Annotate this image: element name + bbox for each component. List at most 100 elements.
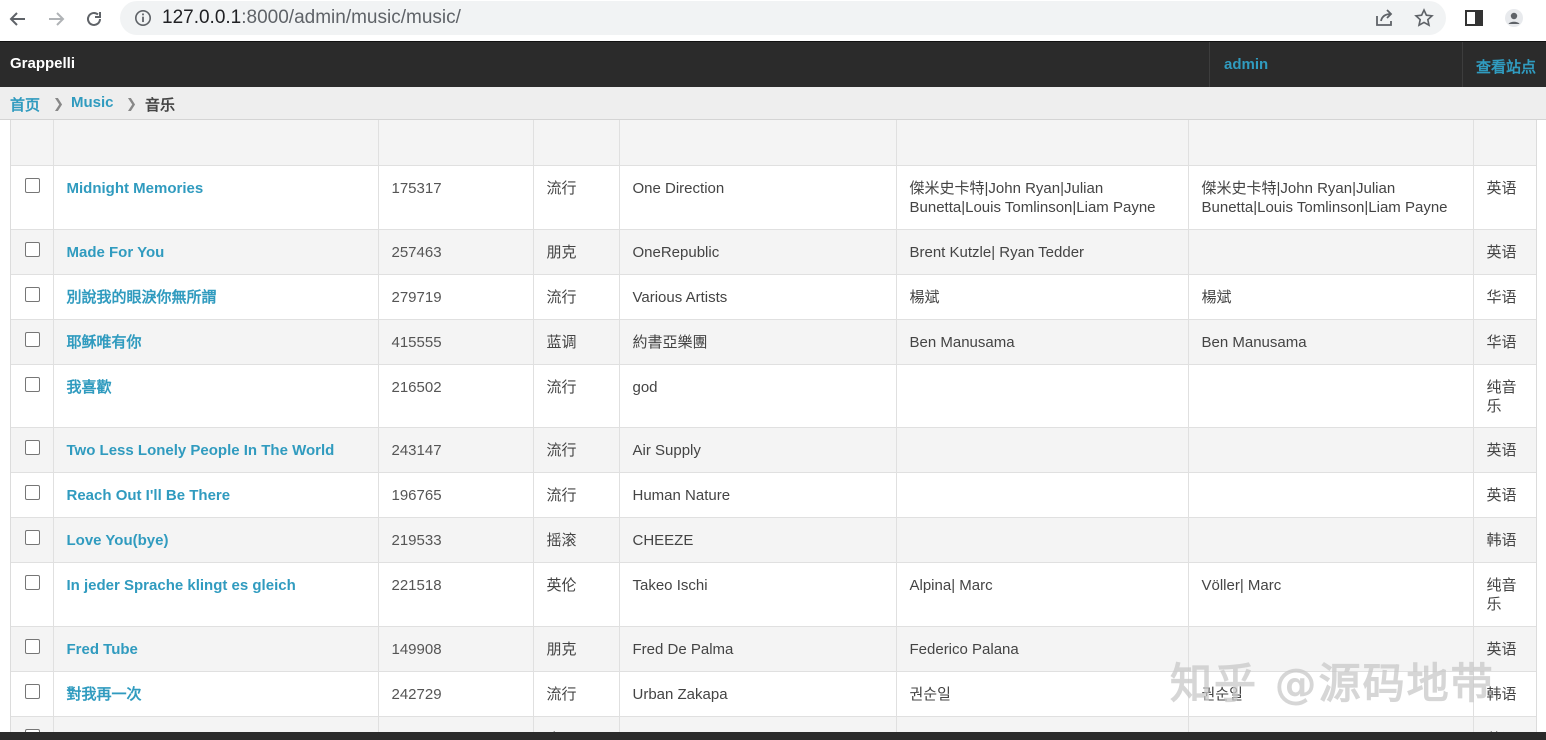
lyricist-cell: 傑米史卡特|John Ryan|Julian Bunetta|Louis Tom… <box>1188 165 1474 230</box>
music-title-link[interactable]: 對我再一次 <box>67 686 142 703</box>
breadcrumb-home[interactable]: 首页 <box>10 97 40 114</box>
title-cell: Set the Night on Fire (feat. Gerald G!) <box>53 716 379 732</box>
genre-cell: 流行 <box>533 427 620 473</box>
bookmark-button[interactable] <box>1412 6 1436 30</box>
row-select-cell <box>11 274 54 320</box>
title-cell: Beautiful Life <box>53 120 379 166</box>
music-title-link[interactable]: Made For You <box>67 244 165 261</box>
table-row: Love You(bye) 219533 摇滚 CHEEZE 韩语 <box>11 517 1536 563</box>
genre-cell: 朋克 <box>533 229 620 275</box>
number-cell: 242729 <box>378 671 534 717</box>
number-cell: 270419 <box>378 120 534 166</box>
row-select-cell <box>11 517 54 563</box>
share-button[interactable] <box>1372 6 1396 30</box>
row-checkbox[interactable] <box>25 331 40 347</box>
lyricist-cell: 楊斌 <box>1188 274 1474 320</box>
table-row: Set the Night on Fire (feat. Gerald G!)3… <box>11 716 1536 732</box>
row-checkbox[interactable] <box>25 439 40 455</box>
genre-cell: 流行 <box>533 364 620 428</box>
artist-cell: Various Artists <box>619 274 897 320</box>
lyricist-cell <box>1188 120 1474 166</box>
lyricist-cell <box>1188 364 1474 428</box>
row-checkbox[interactable] <box>25 638 40 654</box>
breadcrumb-app[interactable]: Music <box>71 94 114 111</box>
chevron-right-icon: ❯ <box>53 96 64 111</box>
user-name[interactable]: admin <box>1224 56 1268 73</box>
row-checkbox[interactable] <box>25 241 40 257</box>
forward-button[interactable] <box>42 5 70 33</box>
composer-cell <box>896 120 1189 166</box>
composer-cell <box>896 517 1189 563</box>
url-host: 127.0.0.1 <box>162 7 242 28</box>
result-list: Beautiful Life270419流行S.E.S.韩语Midnight M… <box>10 120 1537 732</box>
profile-button[interactable] <box>1502 6 1526 30</box>
back-arrow-icon <box>9 12 25 26</box>
number-cell: 257463 <box>378 229 534 275</box>
row-checkbox[interactable] <box>25 683 40 699</box>
artist-cell: Air Supply <box>619 427 897 473</box>
title-cell: Made For You <box>53 229 379 275</box>
table-row: 我喜歡 216502 流行 god 纯音乐 <box>11 364 1536 428</box>
side-panel-icon <box>1465 10 1483 26</box>
row-checkbox[interactable] <box>25 574 40 590</box>
site-brand[interactable]: Grappelli <box>10 55 75 72</box>
music-title-link[interactable]: Midnight Memories <box>67 180 204 197</box>
row-checkbox[interactable] <box>25 484 40 500</box>
view-site-label[interactable]: 查看站点 <box>1476 56 1536 77</box>
title-cell: 我喜歡 <box>53 364 379 428</box>
number-cell: 221518 <box>378 562 534 627</box>
lyricist-cell <box>1188 716 1474 732</box>
row-checkbox[interactable] <box>25 286 40 302</box>
title-cell: In jeder Sprache klingt es gleich <box>53 562 379 627</box>
artist-cell: S.E.S. <box>619 120 897 166</box>
language-cell: 英语 <box>1473 229 1536 275</box>
row-checkbox[interactable] <box>25 376 40 392</box>
title-cell: Reach Out I'll Be There <box>53 472 379 518</box>
row-checkbox[interactable] <box>25 177 40 193</box>
number-cell: 216502 <box>378 364 534 428</box>
music-title-link[interactable]: Fred Tube <box>67 641 138 658</box>
back-button[interactable] <box>4 5 32 33</box>
composer-cell: 권순일 <box>896 671 1189 717</box>
artist-cell: 約書亞樂團 <box>619 319 897 365</box>
url-path: :8000/admin/music/music/ <box>241 7 461 28</box>
number-cell: 175317 <box>378 165 534 230</box>
language-cell: 英语 <box>1473 472 1536 518</box>
info-icon[interactable] <box>134 9 152 27</box>
side-panel-button[interactable] <box>1462 6 1486 30</box>
number-cell: 149908 <box>378 626 534 672</box>
lyricist-cell <box>1188 517 1474 563</box>
music-title-link[interactable]: Love You(bye) <box>67 532 169 549</box>
genre-cell: 金属 <box>533 716 620 732</box>
lyricist-cell <box>1188 229 1474 275</box>
row-select-cell <box>11 427 54 473</box>
language-cell: 韩语 <box>1473 517 1536 563</box>
star-icon <box>1414 8 1434 27</box>
url-text[interactable]: 127.0.0.1:8000/admin/music/music/ <box>162 7 461 29</box>
row-select-cell <box>11 671 54 717</box>
user-menu[interactable]: admin <box>1209 42 1463 87</box>
language-cell: 华语 <box>1473 274 1536 320</box>
artist-cell: One Direction <box>619 165 897 230</box>
view-site-link[interactable]: 查看站点 <box>1462 42 1546 87</box>
row-select-cell <box>11 472 54 518</box>
lyricist-cell: Ben Manusama <box>1188 319 1474 365</box>
title-cell: Fred Tube <box>53 626 379 672</box>
music-title-link[interactable]: In jeder Sprache klingt es gleich <box>67 577 296 594</box>
address-bar[interactable]: 127.0.0.1:8000/admin/music/music/ <box>120 1 1446 35</box>
music-title-link[interactable]: 別說我的眼淚你無所謂 <box>67 289 217 306</box>
genre-cell: 流行 <box>533 671 620 717</box>
artist-cell: Bodybangers <box>619 716 897 732</box>
music-title-link[interactable]: Reach Out I'll Be There <box>67 487 231 504</box>
row-checkbox[interactable] <box>25 529 40 545</box>
genre-cell: 流行 <box>533 165 620 230</box>
title-cell: 耶稣唯有你 <box>53 319 379 365</box>
artist-cell: Human Nature <box>619 472 897 518</box>
reload-button[interactable] <box>80 5 108 33</box>
browser-toolbar: 127.0.0.1:8000/admin/music/music/ <box>0 0 1546 38</box>
row-select-cell <box>11 716 54 732</box>
music-title-link[interactable]: Two Less Lonely People In The World <box>67 442 335 459</box>
music-title-link[interactable]: 我喜歡 <box>67 379 112 396</box>
music-title-link[interactable]: 耶稣唯有你 <box>67 334 142 351</box>
title-cell: 對我再一次 <box>53 671 379 717</box>
